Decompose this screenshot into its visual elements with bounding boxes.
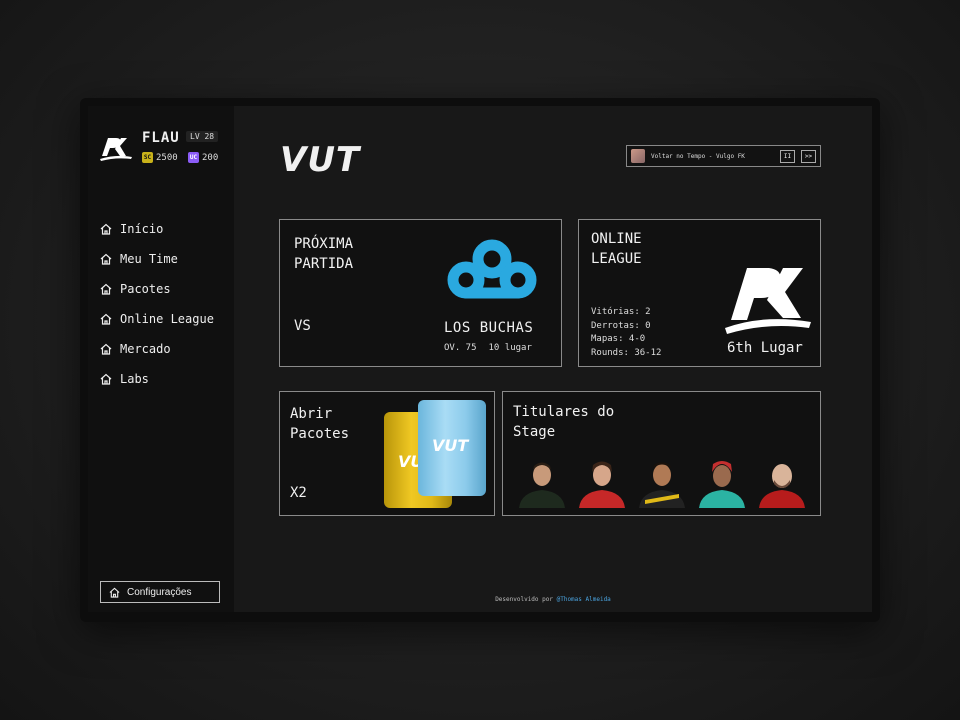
stat-losses: Derrotas: 0 <box>591 320 651 331</box>
footer-prefix: Desenvolvido por <box>495 596 553 603</box>
league-stats: Vitórias: 2 Derrotas: 0 Mapas: 4-0 Round… <box>591 306 661 360</box>
music-player: Voltar no Tempo - Vulgo FK II >> <box>626 145 821 167</box>
app-window: FLAU LV 28 SC 2500 UC 200 Início Meu Tim… <box>80 98 880 622</box>
uc-amount: 200 <box>202 152 219 163</box>
opponent-overall: OV. 75 <box>444 343 477 353</box>
author-link[interactable]: @Thomas Almeida <box>557 596 611 603</box>
settings-label: Configurações <box>127 586 192 598</box>
nav-label: Online League <box>120 312 214 326</box>
sc-amount: 2500 <box>156 152 178 163</box>
stat-wins: Vitórias: 2 <box>591 307 651 317</box>
nav-item-labs[interactable]: Labs <box>100 364 214 394</box>
home-icon <box>109 587 120 598</box>
nav-label: Início <box>120 222 164 236</box>
uc-coin-icon: UC <box>188 152 199 163</box>
player-avatar[interactable] <box>577 458 627 508</box>
home-icon <box>100 223 112 235</box>
pause-button[interactable]: II <box>780 149 795 163</box>
main-nav: Início Meu Time Pacotes Online League Me… <box>100 214 214 394</box>
player-avatar[interactable] <box>517 458 567 508</box>
stage-starters-card[interactable]: Titulares do Stage <box>502 391 821 516</box>
vs-label: VS <box>294 318 311 334</box>
sidebar: FLAU LV 28 SC 2500 UC 200 Início Meu Tim… <box>88 106 234 612</box>
nav-label: Mercado <box>120 342 171 356</box>
sc-coin-icon: SC <box>142 152 153 163</box>
home-icon <box>100 343 112 355</box>
next-match-card[interactable]: PRÓXIMA PARTIDA VS LOS BUCHAS OV. 75 10 … <box>279 219 562 367</box>
team-logo-icon <box>725 268 811 334</box>
footer-credit: Desenvolvido por @Thomas Almeida <box>234 596 872 603</box>
player-avatar[interactable] <box>697 458 747 508</box>
opponent-logo-icon <box>447 239 537 299</box>
nav-label: Labs <box>120 372 149 386</box>
main-content: VUT Voltar no Tempo - Vulgo FK II >> PRÓ… <box>234 106 872 612</box>
settings-button[interactable]: Configurações <box>100 581 220 603</box>
pack-blue: VUT <box>418 400 486 496</box>
track-title: Voltar no Tempo - Vulgo FK <box>651 152 745 160</box>
currency-uc: UC 200 <box>188 152 218 163</box>
home-icon <box>100 313 112 325</box>
opponent-position: 10 lugar <box>488 343 532 353</box>
player-avatar[interactable] <box>757 458 807 508</box>
players-row <box>517 458 807 508</box>
team-logo-icon <box>100 138 132 161</box>
league-place: 6th Lugar <box>727 340 803 356</box>
nav-item-mercado[interactable]: Mercado <box>100 334 214 364</box>
album-thumb <box>631 149 645 163</box>
home-icon <box>100 253 112 265</box>
level-badge: LV 28 <box>186 131 219 142</box>
pack-label: VUT <box>432 436 469 455</box>
profile[interactable]: FLAU LV 28 SC 2500 UC 200 <box>98 130 228 170</box>
opponent-meta: OV. 75 10 lugar <box>444 343 532 353</box>
nav-item-pacotes[interactable]: Pacotes <box>100 274 214 304</box>
pack-count: X2 <box>290 485 307 501</box>
home-icon <box>100 373 112 385</box>
home-icon <box>100 283 112 295</box>
nav-item-meu-time[interactable]: Meu Time <box>100 244 214 274</box>
nav-label: Pacotes <box>120 282 171 296</box>
stat-rounds: Rounds: 36-12 <box>591 347 662 358</box>
nav-label: Meu Time <box>120 252 178 266</box>
player-name: FLAU <box>142 130 180 146</box>
card-title: Abrir Pacotes <box>290 406 350 442</box>
currency-sc: SC 2500 <box>142 152 178 163</box>
player-avatar[interactable] <box>637 458 687 508</box>
open-packs-card[interactable]: Abrir Pacotes X2 VUT VUT <box>279 391 495 516</box>
page-title-logo: VUT <box>280 140 361 180</box>
stat-maps: Mapas: 4-0 <box>591 334 646 344</box>
card-title: PRÓXIMA PARTIDA <box>294 236 354 272</box>
nav-item-online-league[interactable]: Online League <box>100 304 214 334</box>
card-title: ONLINE LEAGUE <box>591 231 642 267</box>
card-title: Titulares do Stage <box>513 404 615 440</box>
opponent-name: LOS BUCHAS <box>444 320 534 336</box>
online-league-card[interactable]: ONLINE LEAGUE Vitórias: 2 Derrotas: 0 Ma… <box>578 219 821 367</box>
nav-item-inicio[interactable]: Início <box>100 214 214 244</box>
skip-button[interactable]: >> <box>801 149 816 163</box>
